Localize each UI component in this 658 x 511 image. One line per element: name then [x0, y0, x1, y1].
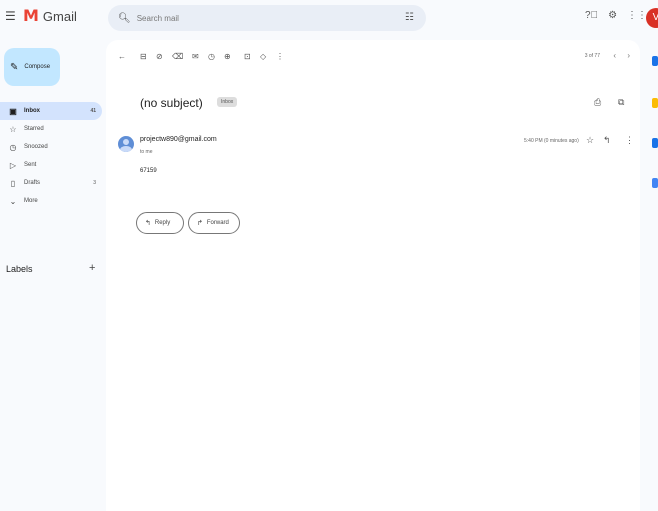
archive-icon[interactable]: ⊟ — [140, 52, 147, 61]
sidebar-item-label: Snoozed — [24, 144, 48, 150]
report-spam-icon[interactable]: ⊘ — [156, 52, 163, 61]
forward-icon: ↱ — [197, 220, 203, 227]
reply-button[interactable]: ↰ Reply — [136, 212, 184, 234]
keep-icon[interactable] — [652, 98, 658, 108]
clock-icon: ◷ — [9, 142, 17, 152]
search-options-icon[interactable]: ☷ — [405, 12, 414, 23]
pencil-icon: ✎ — [10, 61, 19, 73]
sidebar-item-snoozed[interactable]: ◷ Snoozed — [0, 138, 102, 156]
sidebar-item-count: 3 — [93, 180, 96, 186]
menu-icon[interactable]: ☰ — [5, 10, 17, 22]
mark-unread-icon[interactable]: ✉ — [192, 52, 199, 61]
chevron-right-icon[interactable]: › — [627, 51, 630, 60]
recipient-summary[interactable]: to me — [140, 149, 153, 155]
gmail-logo-mark: M — [23, 6, 39, 25]
label-icon[interactable]: ◇ — [260, 52, 266, 61]
gmail-logo-text: Gmail — [42, 8, 77, 24]
folder-chip[interactable]: Inbox — [217, 97, 238, 107]
message-timestamp: 5:40 PM (0 minutes ago) — [524, 138, 579, 144]
print-icon[interactable]: ⎙ — [594, 97, 601, 108]
compose-button[interactable]: ✎ Compose — [4, 48, 60, 86]
gmail-logo[interactable]: M Gmail — [23, 8, 77, 24]
sidebar-item-more[interactable]: ⌄ More — [0, 192, 102, 210]
forward-button-label: Forward — [206, 220, 229, 226]
sidebar-item-label: Inbox — [24, 108, 40, 114]
reply-button-label: Reply — [154, 220, 171, 226]
send-icon: ▷ — [9, 160, 17, 170]
side-panel — [646, 0, 658, 511]
sidebar-item-label: Sent — [24, 162, 37, 168]
help-icon[interactable]: ?⃝ — [585, 10, 598, 21]
sender-address[interactable]: projectw890@gmail.com — [140, 136, 217, 143]
message-toolbar: ← ⊟ ⊘ ⌫ ✉ ◷ ⊕ ⊡ ◇ ⋮ 3 of 77 ‹ › — [106, 40, 640, 76]
back-arrow-icon[interactable]: ← — [118, 52, 126, 61]
sidebar-item-starred[interactable]: ☆ Starred — [0, 120, 102, 138]
message-subject: (no subject) — [140, 96, 203, 110]
delete-icon[interactable]: ⌫ — [172, 52, 183, 61]
chevron-down-icon: ⌄ — [9, 196, 17, 206]
search-input[interactable] — [136, 13, 387, 23]
more-options-icon[interactable]: ⋮ — [276, 52, 284, 61]
sidebar-item-count: 41 — [90, 108, 96, 114]
reply-icon: ↰ — [145, 220, 151, 227]
sidebar-item-inbox[interactable]: ▣ Inbox 41 — [0, 102, 102, 120]
star-icon[interactable]: ☆ — [586, 135, 594, 146]
snooze-icon[interactable]: ◷ — [208, 52, 215, 61]
forward-button[interactable]: ↱ Forward — [188, 212, 240, 234]
pagination-text: 3 of 77 — [584, 53, 600, 59]
search-icon[interactable]: 🔍︎ — [118, 13, 131, 24]
open-new-window-icon[interactable]: ⧉ — [618, 97, 624, 108]
inbox-icon: ▣ — [9, 106, 17, 116]
add-task-icon[interactable]: ⊕ — [224, 52, 231, 61]
contacts-icon[interactable] — [652, 178, 658, 188]
sidebar-item-sent[interactable]: ▷ Sent — [0, 156, 102, 174]
compose-label: Compose — [24, 64, 51, 70]
draft-icon: ▯ — [10, 178, 16, 188]
apps-grid-icon[interactable]: ⋮⋮ — [627, 10, 647, 21]
tasks-icon[interactable] — [652, 138, 658, 148]
chevron-left-icon[interactable]: ‹ — [613, 51, 616, 60]
sidebar-nav: ▣ Inbox 41 ☆ Starred ◷ Snoozed ▷ Sent ▯ … — [0, 102, 102, 210]
gmail-app: ☰ M Gmail 🔍︎ ☷ ?⃝ ⚙ ⋮⋮ V ✎ Compose ▣ Inb… — [0, 0, 658, 511]
more-vert-icon[interactable]: ⋮ — [625, 135, 634, 146]
sidebar-item-label: More — [24, 198, 38, 204]
labels-heading: Labels — [6, 264, 33, 274]
message-body: 67159 — [140, 168, 157, 174]
calendar-icon[interactable] — [652, 56, 658, 66]
sender-avatar[interactable] — [118, 136, 134, 152]
search-bar: 🔍︎ ☷ — [108, 5, 426, 31]
top-right-icons: ?⃝ ⚙ ⋮⋮ — [585, 10, 647, 21]
star-icon: ☆ — [9, 124, 17, 134]
top-bar: ☰ M Gmail 🔍︎ ☷ ?⃝ ⚙ ⋮⋮ V — [0, 0, 658, 36]
move-to-icon[interactable]: ⊡ — [244, 52, 251, 61]
sidebar-item-drafts[interactable]: ▯ Drafts 3 — [0, 174, 102, 192]
sidebar-item-label: Drafts — [24, 180, 41, 186]
message-panel: ← ⊟ ⊘ ⌫ ✉ ◷ ⊕ ⊡ ◇ ⋮ 3 of 77 ‹ › (no subj… — [106, 40, 640, 511]
add-label-icon[interactable]: + — [89, 262, 95, 274]
reply-icon[interactable]: ↰ — [603, 135, 611, 146]
settings-icon[interactable]: ⚙ — [608, 10, 617, 21]
sidebar-item-label: Starred — [24, 126, 44, 132]
